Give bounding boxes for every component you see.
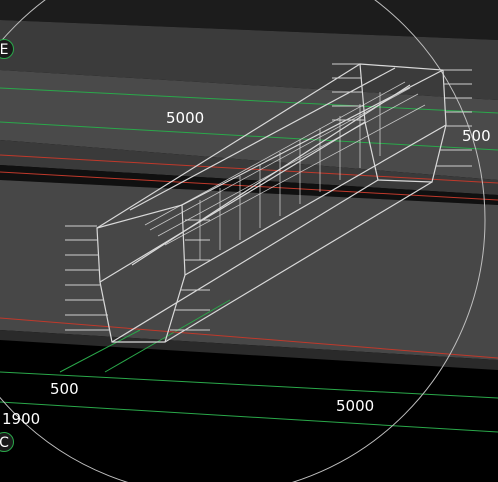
3d-viewport[interactable]: 5000 500 500 1900 5000 E C (0, 0, 498, 482)
dimension-left-width: 500 (50, 380, 79, 398)
dimension-left-offset: 1900 (2, 410, 41, 428)
dimension-bottom-span: 5000 (336, 397, 375, 415)
dimension-right-width: 500 (462, 127, 491, 145)
dimension-top-span: 5000 (166, 109, 205, 127)
model-view[interactable] (0, 0, 498, 482)
